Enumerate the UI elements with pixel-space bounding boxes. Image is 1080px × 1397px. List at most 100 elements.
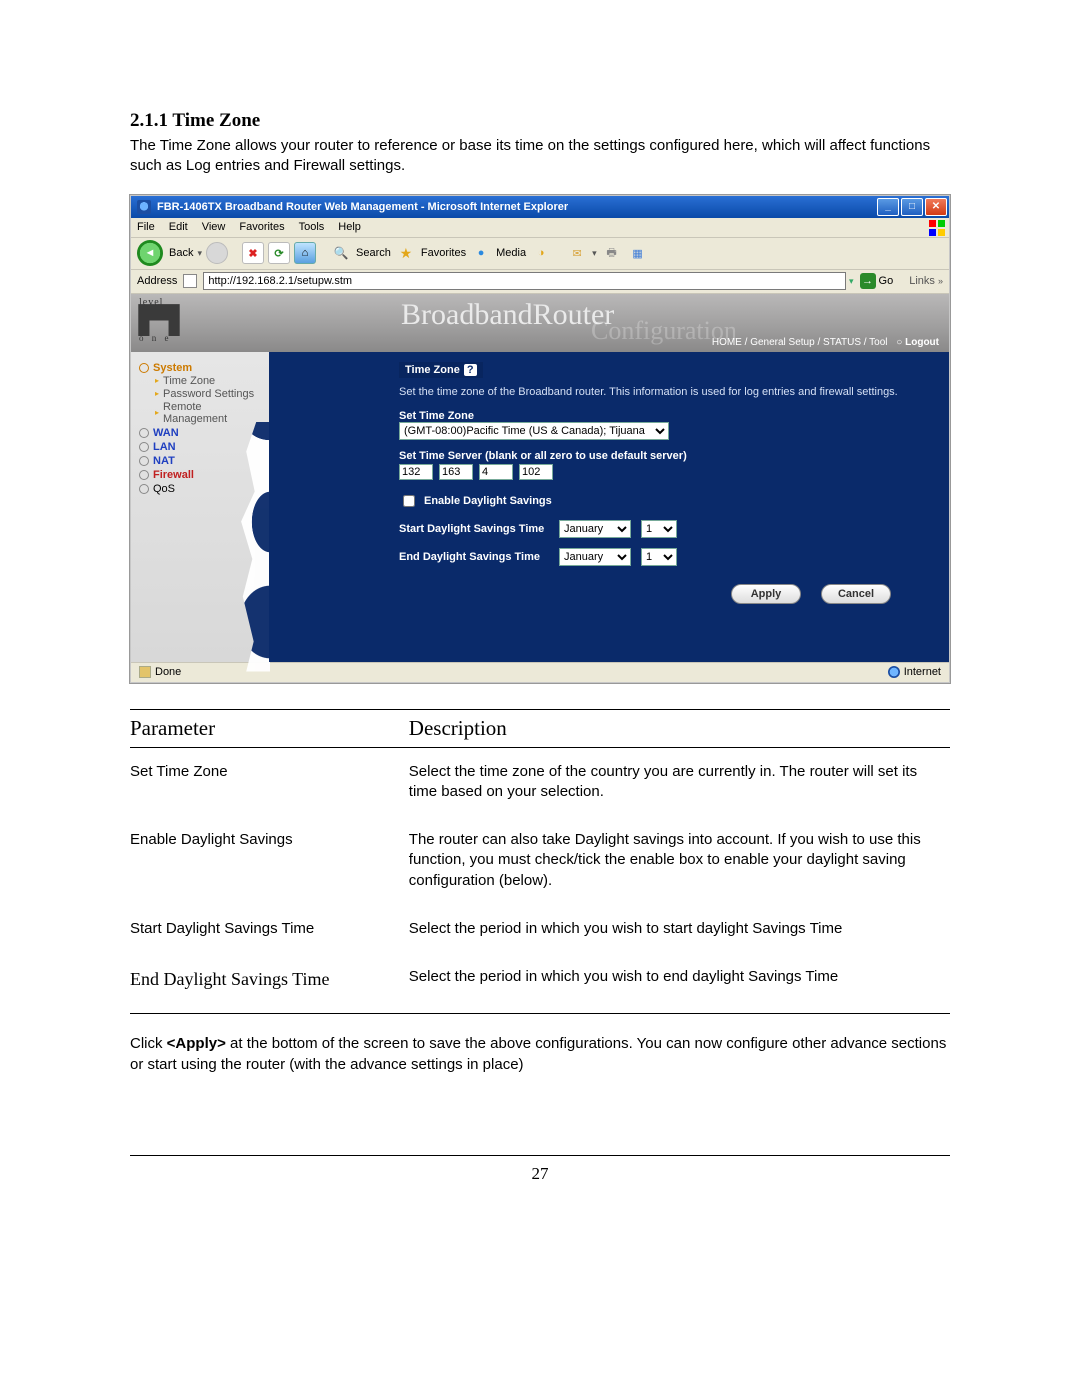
favorites-label[interactable]: Favorites	[421, 247, 466, 259]
maximize-button[interactable]: □	[901, 198, 923, 216]
col-parameter: Parameter	[130, 709, 409, 747]
timezone-select[interactable]: (GMT-08:00)Pacific Time (US & Canada); T…	[399, 422, 669, 440]
logout-link[interactable]: Logout	[905, 337, 939, 348]
stop-button[interactable]: ✖	[242, 242, 264, 264]
table-row: Set Time Zone Select the time zone of th…	[130, 747, 950, 816]
ie-titlebar: FBR-1406TX Broadband Router Web Manageme…	[131, 196, 949, 218]
sidebar-item-nat[interactable]: NAT	[139, 455, 263, 467]
sidebar-item-wan[interactable]: WAN	[139, 427, 263, 439]
nts-octet-2[interactable]	[439, 464, 473, 480]
minimize-button[interactable]: _	[877, 198, 899, 216]
page-number: 27	[130, 1164, 950, 1184]
desc-cell: Select the period in which you wish to s…	[409, 905, 950, 953]
nts-octet-4[interactable]	[519, 464, 553, 480]
help-icon[interactable]: ?	[464, 364, 477, 376]
links-label[interactable]: Links »	[909, 275, 943, 287]
intro-paragraph: The Time Zone allows your router to refe…	[130, 136, 950, 177]
edit-icon[interactable]	[627, 242, 649, 264]
ie-toolbar: ◄ Back ▾ ✖ ⟳ ⌂ Search ★ Favorites Media …	[131, 238, 949, 270]
apply-button[interactable]: Apply	[731, 584, 801, 604]
end-dst-month[interactable]: January	[559, 548, 631, 566]
router-page: level ▛▜ o n e BroadbandRouter Configura…	[131, 294, 949, 662]
section-heading: 2.1.1 Time Zone	[130, 110, 950, 132]
desc-cell: Select the time zone of the country you …	[409, 747, 950, 816]
window-title: FBR-1406TX Broadband Router Web Manageme…	[157, 201, 871, 213]
param-cell: Set Time Zone	[130, 747, 409, 816]
ie-addressbar: Address ▾ →Go Links »	[131, 270, 949, 294]
media-label[interactable]: Media	[496, 247, 526, 259]
menu-file[interactable]: File	[137, 221, 155, 233]
status-internet: Internet	[904, 666, 941, 678]
breadcrumb: HOME / General Setup / STATUS / Tool ○ L…	[712, 337, 939, 348]
sidebar-item-firewall[interactable]: Firewall	[139, 469, 263, 481]
menu-edit[interactable]: Edit	[169, 221, 188, 233]
crumb-status[interactable]: STATUS	[823, 337, 861, 348]
sidebar-sub-password[interactable]: ▸Password Settings	[155, 388, 263, 400]
sidebar-sub-timezone[interactable]: ▸Time Zone	[155, 375, 263, 387]
table-row: End Daylight Savings Time Select the per…	[130, 953, 950, 1014]
end-dst-day[interactable]: 1	[641, 548, 677, 566]
router-header: level ▛▜ o n e BroadbandRouter Configura…	[131, 294, 949, 352]
menu-tools[interactable]: Tools	[299, 221, 325, 233]
search-icon[interactable]	[330, 242, 352, 264]
set-timezone-label: Set Time Zone	[399, 410, 931, 422]
ie-menubar: File Edit View Favorites Tools Help	[131, 218, 949, 238]
home-button[interactable]: ⌂	[294, 242, 316, 264]
internet-zone-icon	[888, 666, 900, 678]
url-dropdown-icon[interactable]: ▾	[849, 276, 854, 287]
col-description: Description	[409, 709, 950, 747]
crumb-home[interactable]: HOME	[712, 337, 742, 348]
param-table: Parameter Description Set Time Zone Sele…	[130, 709, 950, 1015]
status-done: Done	[155, 666, 181, 678]
menu-help[interactable]: Help	[338, 221, 361, 233]
desc-cell: Select the period in which you wish to e…	[409, 953, 950, 1014]
windows-logo-icon	[929, 220, 945, 236]
history-icon[interactable]	[530, 242, 552, 264]
sidebar-item-lan[interactable]: LAN	[139, 441, 263, 453]
start-dst-month[interactable]: January	[559, 520, 631, 538]
enable-dst-label: Enable Daylight Savings	[424, 495, 552, 507]
crumb-tool[interactable]: Tool	[869, 337, 887, 348]
timeserver-label: Set Time Server (blank or all zero to us…	[399, 450, 931, 462]
desc-cell: The router can also take Daylight saving…	[409, 816, 950, 905]
back-label[interactable]: Back	[169, 247, 193, 259]
start-dst-day[interactable]: 1	[641, 520, 677, 538]
table-row: Enable Daylight Savings The router can a…	[130, 816, 950, 905]
search-label[interactable]: Search	[356, 247, 391, 259]
table-row: Start Daylight Savings Time Select the p…	[130, 905, 950, 953]
footer-rule	[130, 1155, 950, 1156]
param-cell: Enable Daylight Savings	[130, 816, 409, 905]
media-icon[interactable]	[470, 242, 492, 264]
favorites-icon[interactable]: ★	[395, 242, 417, 264]
close-button[interactable]: ✕	[925, 198, 947, 216]
menu-view[interactable]: View	[202, 221, 226, 233]
router-sidebar: System ▸Time Zone ▸Password Settings ▸Re…	[131, 352, 269, 662]
crumb-general[interactable]: General Setup	[750, 337, 815, 348]
enable-dst-checkbox[interactable]	[403, 495, 415, 507]
sidebar-item-qos[interactable]: QoS	[139, 483, 263, 495]
param-cell: End Daylight Savings Time	[130, 953, 409, 1014]
nts-octet-1[interactable]	[399, 464, 433, 480]
forward-button[interactable]	[206, 242, 228, 264]
router-main: Time Zone? Set the time zone of the Broa…	[269, 352, 949, 662]
go-button[interactable]: →Go	[860, 273, 894, 289]
closing-paragraph: Click <Apply> at the bottom of the scree…	[130, 1034, 950, 1075]
sidebar-item-system[interactable]: System	[139, 362, 263, 374]
cancel-button[interactable]: Cancel	[821, 584, 891, 604]
sidebar-sub-remote[interactable]: ▸Remote Management	[155, 401, 263, 425]
levelone-logo: level ▛▜ o n e	[139, 298, 187, 346]
panel-title: Time Zone?	[399, 362, 483, 378]
mail-icon[interactable]	[566, 242, 588, 264]
address-label: Address	[137, 275, 177, 287]
brand-text: BroadbandRouter	[401, 298, 614, 332]
start-dst-label: Start Daylight Savings Time	[399, 523, 549, 535]
url-input[interactable]	[203, 272, 846, 290]
nts-octet-3[interactable]	[479, 464, 513, 480]
print-icon[interactable]	[601, 242, 623, 264]
ie-window: FBR-1406TX Broadband Router Web Manageme…	[130, 195, 950, 683]
page-icon	[183, 274, 197, 288]
param-cell: Start Daylight Savings Time	[130, 905, 409, 953]
refresh-button[interactable]: ⟳	[268, 242, 290, 264]
menu-favorites[interactable]: Favorites	[239, 221, 284, 233]
back-button[interactable]: ◄	[137, 240, 163, 266]
